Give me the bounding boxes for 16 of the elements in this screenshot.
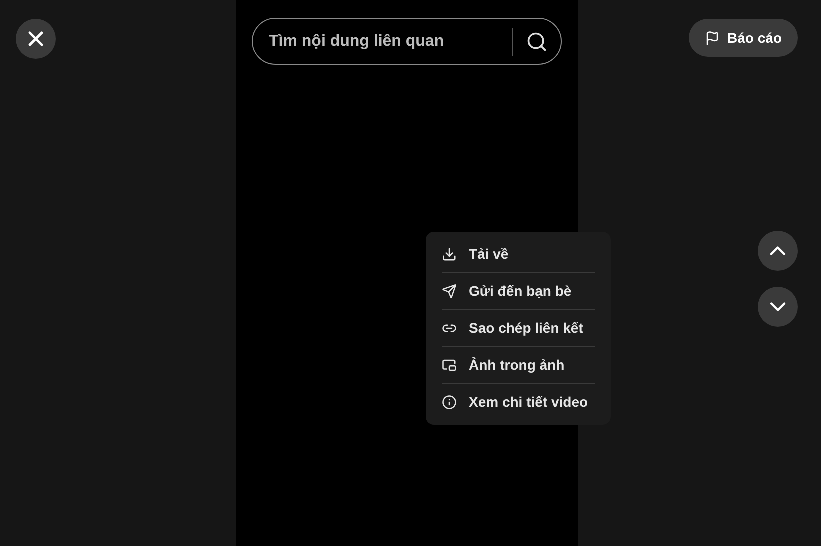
menu-item[interactable]: Tải về (442, 244, 509, 264)
download-icon (442, 246, 457, 262)
previous-button[interactable] (758, 231, 798, 271)
flag-icon (704, 30, 720, 46)
info-icon (442, 395, 457, 410)
search-bar[interactable]: Tìm nội dung liên quan (252, 18, 562, 65)
menu-item[interactable]: Xem chi tiết video (442, 392, 588, 413)
paper-plane-icon (442, 284, 457, 298)
next-button[interactable] (758, 287, 798, 327)
report-button[interactable]: Báo cáo (688, 19, 798, 57)
menu-item[interactable]: Sao chép liên kết (442, 318, 584, 338)
menu-item[interactable]: Ảnh trong ảnh (442, 354, 565, 376)
picture-in-picture-icon (442, 358, 457, 372)
menu-item[interactable]: Gửi đến bạn bè (442, 280, 572, 302)
search-field[interactable]: Tìm nội dung liên quan (269, 30, 504, 54)
close-button[interactable] (16, 19, 56, 59)
